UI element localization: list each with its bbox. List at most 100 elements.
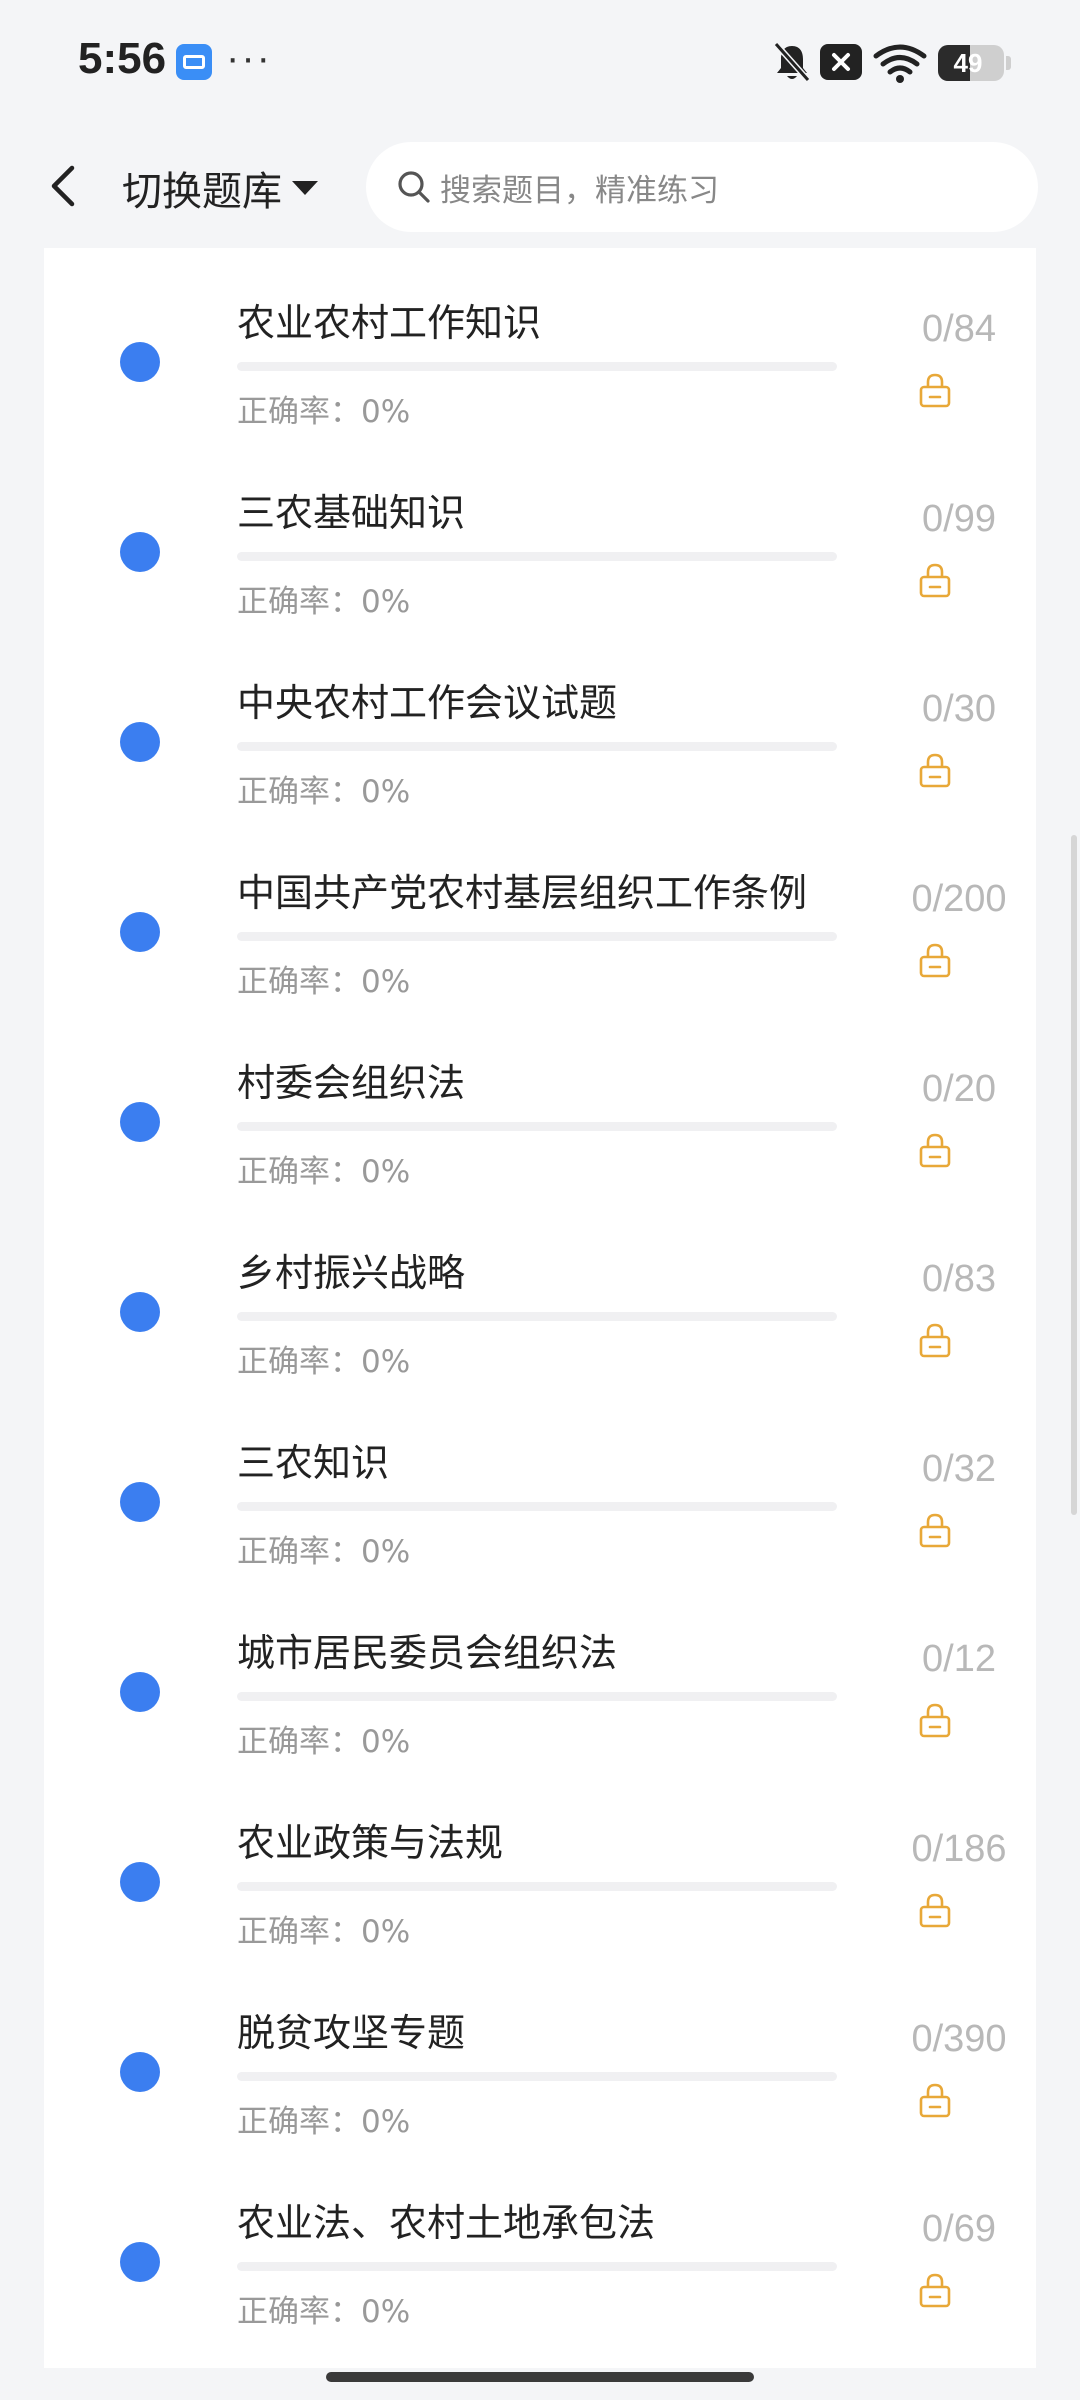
progress-bar — [237, 1122, 837, 1131]
list-item[interactable]: 农业农村工作知识 正确率：0% 0/84 — [44, 248, 1036, 438]
question-count: 0/20 — [922, 1068, 996, 1110]
accuracy-text: 正确率：0% — [237, 956, 410, 1001]
progress-bar — [237, 362, 837, 371]
accuracy-text: 正确率：0% — [237, 2286, 410, 2331]
item-title: 中央农村工作会议试题 — [237, 681, 618, 725]
accuracy-text: 正确率：0% — [237, 1526, 410, 1571]
question-count: 0/84 — [922, 308, 996, 350]
accuracy-text: 正确率：0% — [237, 2096, 410, 2141]
accuracy-label: 正确率： — [237, 774, 361, 810]
accuracy-label: 正确率： — [237, 964, 361, 1000]
accuracy-label: 正确率： — [237, 1724, 361, 1760]
lock-icon — [919, 373, 951, 408]
lock-icon — [919, 1513, 951, 1548]
lock-icon — [919, 753, 951, 788]
question-count: 0/69 — [922, 2208, 996, 2250]
item-title: 三农基础知识 — [237, 491, 466, 535]
accuracy-value: 0% — [361, 1154, 411, 1190]
accuracy-label: 正确率： — [237, 1534, 361, 1570]
accuracy-text: 正确率：0% — [237, 576, 410, 621]
accuracy-value: 0% — [361, 394, 411, 430]
progress-bar — [237, 742, 837, 751]
more-notifications-icon: ··· — [226, 36, 272, 80]
switch-question-bank-label: 切换题库 — [122, 169, 282, 215]
accuracy-text: 正确率：0% — [237, 386, 410, 431]
mute-bell-icon — [773, 42, 811, 82]
list-item[interactable]: 城市居民委员会组织法正确率：0% 0/12 — [44, 1578, 1036, 1768]
accuracy-text: 正确率：0% — [237, 1336, 410, 1381]
lock-icon — [919, 563, 951, 598]
accuracy-label: 正确率： — [237, 1914, 361, 1950]
list-item[interactable]: 乡村振兴战略 正确率：0% 0/83 — [44, 1198, 1036, 1388]
question-count: 0/186 — [911, 1828, 1007, 1870]
lock-icon — [919, 1133, 951, 1168]
item-title: 三农知识 — [237, 1441, 390, 1485]
question-count: 0/390 — [911, 2018, 1007, 2060]
question-count: 0/12 — [922, 1638, 996, 1680]
app-notification-icon — [176, 44, 212, 80]
question-count: 0/99 — [922, 498, 996, 540]
status-dot — [120, 2052, 160, 2092]
accuracy-text: 正确率：0% — [237, 1906, 410, 1951]
list-item[interactable]: 中央农村工作会议试题 正确率：0% 0/30 — [44, 628, 1036, 818]
item-title: 农业法、农村土地承包法 — [237, 2201, 656, 2245]
battery-level: 49 — [953, 48, 983, 78]
accuracy-value: 0% — [361, 964, 411, 1000]
accuracy-label: 正确率： — [237, 584, 361, 620]
progress-bar — [237, 1882, 837, 1891]
accuracy-label: 正确率： — [237, 2294, 361, 2330]
list-item[interactable]: 脱贫攻坚专题 正确率：0% 0/390 — [44, 1958, 1036, 2148]
list-item[interactable]: 农业法、农村土地承包法 正确率：0% 0/69 — [44, 2148, 1036, 2338]
status-dot — [120, 1862, 160, 1902]
progress-bar — [237, 2072, 837, 2081]
item-title: 脱贫攻坚专题 — [237, 2011, 466, 2055]
back-button[interactable] — [38, 156, 88, 216]
list-item[interactable]: 三农知识 正确率：0% 0/32 — [44, 1388, 1036, 1578]
lock-icon — [919, 1323, 951, 1358]
list-item[interactable]: 三农基础知识 正确率：0% 0/99 — [44, 438, 1036, 628]
lock-icon — [919, 2083, 951, 2118]
status-dot — [120, 342, 160, 382]
item-title: 乡村振兴战略 — [237, 1251, 466, 1295]
progress-bar — [237, 552, 837, 561]
lock-icon — [919, 2273, 951, 2308]
item-title: 城市居民委员会组织法 — [237, 1631, 618, 1675]
list-item[interactable]: 农业政策与法规 正确率：0% 0/186 — [44, 1768, 1036, 1958]
home-indicator[interactable] — [326, 2372, 754, 2382]
search-input[interactable]: 搜索题目，精准练习 — [366, 142, 1038, 232]
accuracy-value: 0% — [361, 1534, 411, 1570]
lock-icon — [919, 1703, 951, 1738]
status-dot — [120, 1292, 160, 1332]
accuracy-text: 正确率：0% — [237, 1146, 410, 1191]
question-count: 0/200 — [911, 878, 1007, 920]
progress-bar — [237, 1692, 837, 1701]
notification-x-icon — [820, 44, 862, 80]
status-dot — [120, 912, 160, 952]
list-item[interactable]: 中国共产党农村基层组织工作条例 正确率：0% 0/200 — [44, 818, 1036, 1008]
scrollbar[interactable] — [1071, 835, 1077, 1515]
accuracy-label: 正确率： — [237, 1344, 361, 1380]
question-count: 0/83 — [922, 1258, 996, 1300]
question-count: 0/30 — [922, 688, 996, 730]
progress-bar — [237, 2262, 837, 2271]
top-bar: 切换题库 搜索题目，精准练习 — [0, 128, 1080, 248]
question-bank-list: 农业农村工作知识 正确率：0% 0/84 三农基础知识 正确率：0% 0/99 中央农村工作… — [44, 248, 1036, 2368]
list-item[interactable]: 村委会组织法 正确率：0% 0/20 — [44, 1008, 1036, 1198]
accuracy-label: 正确率： — [237, 394, 361, 430]
status-dot — [120, 532, 160, 572]
accuracy-text: 正确率：0% — [237, 766, 410, 811]
lock-icon — [919, 1893, 951, 1928]
item-title: 村委会组织法 — [237, 1061, 466, 1105]
item-title: 中国共产党农村基层组织工作条例 — [237, 871, 808, 915]
accuracy-value: 0% — [361, 2104, 411, 2140]
accuracy-value: 0% — [361, 1344, 411, 1380]
search-placeholder: 搜索题目，精准练习 — [440, 172, 719, 209]
status-bar: 5:56 ··· 49 — [0, 0, 1080, 128]
wifi-icon — [873, 44, 927, 83]
accuracy-value: 0% — [361, 1724, 411, 1760]
switch-question-bank-button[interactable]: 切换题库 — [122, 158, 318, 218]
item-title: 农业政策与法规 — [237, 1821, 504, 1865]
status-dot — [120, 722, 160, 762]
status-dot — [120, 1102, 160, 1142]
lock-icon — [919, 943, 951, 978]
